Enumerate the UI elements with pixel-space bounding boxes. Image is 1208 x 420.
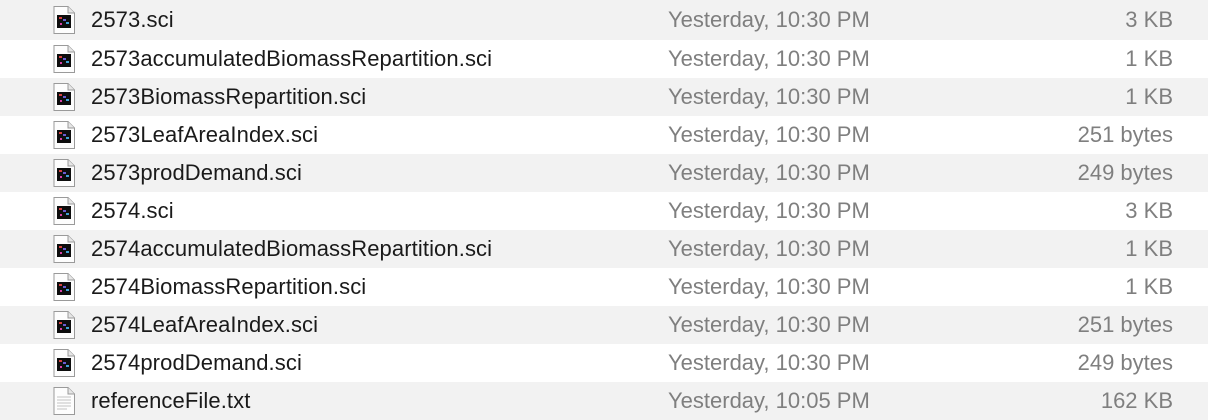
file-size: 1 KB: [1125, 274, 1173, 299]
file-name: 2573BiomassRepartition.sci: [91, 84, 367, 109]
file-name: 2574prodDemand.sci: [91, 350, 302, 375]
file-size: 249 bytes: [1077, 350, 1173, 375]
file-modified-date: Yesterday, 10:30 PM: [668, 274, 870, 299]
sci-document-icon: [53, 349, 75, 377]
file-size: 162 KB: [1100, 388, 1173, 413]
file-name: 2573.sci: [91, 7, 174, 32]
file-modified-date: Yesterday, 10:30 PM: [668, 198, 870, 223]
file-row[interactable]: 2574LeafAreaIndex.sci Yesterday, 10:30 P…: [0, 306, 1208, 344]
sci-document-icon: [53, 197, 75, 225]
sci-document-icon: [53, 311, 75, 339]
sci-document-icon: [53, 235, 75, 263]
file-modified-date: Yesterday, 10:30 PM: [668, 236, 870, 261]
file-name: 2573prodDemand.sci: [91, 160, 302, 185]
file-size: 251 bytes: [1077, 122, 1173, 147]
file-row[interactable]: 2574accumulatedBiomassRepartition.sci Ye…: [0, 230, 1208, 268]
file-row[interactable]: 2573.sci Yesterday, 10:30 PM 3 KB: [0, 0, 1208, 40]
file-modified-date: Yesterday, 10:30 PM: [668, 350, 870, 375]
text-document-icon: [53, 387, 75, 415]
file-modified-date: Yesterday, 10:30 PM: [668, 122, 870, 147]
sci-document-icon: [53, 83, 75, 111]
sci-document-icon: [53, 273, 75, 301]
file-name: 2573accumulatedBiomassRepartition.sci: [91, 46, 493, 71]
file-row[interactable]: 2573prodDemand.sci Yesterday, 10:30 PM 2…: [0, 154, 1208, 192]
file-row[interactable]: 2574.sci Yesterday, 10:30 PM 3 KB: [0, 192, 1208, 230]
file-modified-date: Yesterday, 10:30 PM: [668, 84, 870, 109]
file-list: 2573.sci Yesterday, 10:30 PM 3 KB 2573ac…: [0, 0, 1208, 420]
file-row[interactable]: 2573accumulatedBiomassRepartition.sci Ye…: [0, 40, 1208, 78]
file-size: 3 KB: [1125, 198, 1173, 223]
file-name: 2574.sci: [91, 198, 174, 223]
file-modified-date: Yesterday, 10:30 PM: [668, 7, 870, 32]
file-modified-date: Yesterday, 10:30 PM: [668, 160, 870, 185]
file-size: 251 bytes: [1077, 312, 1173, 337]
file-row[interactable]: 2574BiomassRepartition.sci Yesterday, 10…: [0, 268, 1208, 306]
file-name: 2574BiomassRepartition.sci: [91, 274, 367, 299]
file-row[interactable]: 2573LeafAreaIndex.sci Yesterday, 10:30 P…: [0, 116, 1208, 154]
file-name: 2574accumulatedBiomassRepartition.sci: [91, 236, 493, 261]
file-modified-date: Yesterday, 10:30 PM: [668, 46, 870, 71]
file-row[interactable]: 2573BiomassRepartition.sci Yesterday, 10…: [0, 78, 1208, 116]
file-size: 1 KB: [1125, 236, 1173, 261]
file-row[interactable]: 2574prodDemand.sci Yesterday, 10:30 PM 2…: [0, 344, 1208, 382]
file-modified-date: Yesterday, 10:05 PM: [668, 388, 870, 413]
file-size: 1 KB: [1125, 46, 1173, 71]
file-row[interactable]: referenceFile.txt Yesterday, 10:05 PM 16…: [0, 382, 1208, 420]
sci-document-icon: [53, 159, 75, 187]
file-name: 2574LeafAreaIndex.sci: [91, 312, 319, 337]
sci-document-icon: [53, 45, 75, 73]
sci-document-icon: [53, 6, 75, 34]
file-name: referenceFile.txt: [91, 388, 251, 413]
sci-document-icon: [53, 121, 75, 149]
file-name: 2573LeafAreaIndex.sci: [91, 122, 319, 147]
file-size: 3 KB: [1125, 7, 1173, 32]
file-size: 1 KB: [1125, 84, 1173, 109]
file-modified-date: Yesterday, 10:30 PM: [668, 312, 870, 337]
file-size: 249 bytes: [1077, 160, 1173, 185]
